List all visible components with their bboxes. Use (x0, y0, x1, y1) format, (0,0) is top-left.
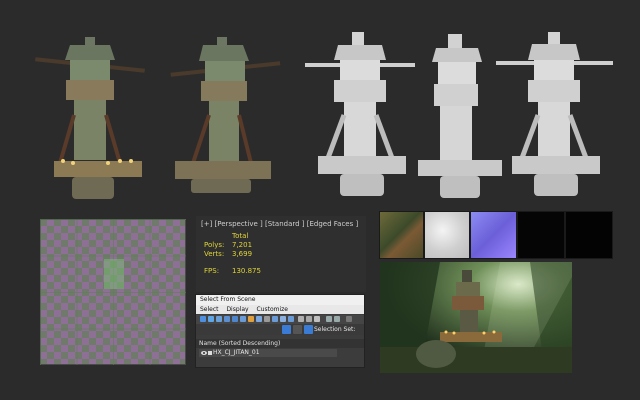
ambient-occlusion-texture-thumbnail (425, 212, 469, 258)
textured-statue-front-render (35, 37, 145, 199)
display-none-icon[interactable] (306, 316, 312, 322)
dialog-title: Select From Scene (196, 295, 364, 305)
polys-value: 7,201 (232, 241, 253, 249)
object-icon (208, 351, 212, 355)
display-invert-icon[interactable] (314, 316, 320, 322)
filter-funnel-icon[interactable] (326, 316, 332, 322)
filter-bones-icon[interactable] (264, 316, 270, 322)
filter-helpers-icon[interactable] (232, 316, 238, 322)
options-icon[interactable] (346, 316, 352, 322)
filter-containers-icon[interactable] (272, 316, 278, 322)
filter-geometry-icon[interactable] (200, 316, 206, 322)
uv-checker-preview (40, 219, 186, 365)
menu-customize[interactable]: Customize (256, 306, 288, 313)
uv-highlight-region (104, 259, 124, 289)
viewport-stats-panel: [+] [Perspective ] [Standard ] [Edged Fa… (196, 216, 366, 292)
selection-set-toggle-icon[interactable] (304, 325, 313, 334)
scene-object-row[interactable]: HX_CJ_JITAN_01 (199, 349, 337, 357)
name-column-header[interactable]: Name (Sorted Descending) (196, 339, 364, 348)
viewport-label[interactable]: [+] [Perspective ] [Standard ] [Edged Fa… (201, 220, 358, 228)
fps-value: 130.875 (232, 267, 261, 275)
filter-frozen-icon[interactable] (280, 316, 286, 322)
specular-texture-thumbnail (518, 212, 564, 258)
menu-select[interactable]: Select (200, 306, 219, 313)
stats-total-header: Total (232, 232, 249, 240)
selection-set-label[interactable]: Selection Set: (314, 326, 355, 333)
normal-map-texture-thumbnail (471, 212, 516, 258)
emissive-texture-thumbnail (566, 212, 612, 258)
filter-toolbar (196, 315, 364, 324)
filter-lights-icon[interactable] (216, 316, 222, 322)
filter-shapes-icon[interactable] (208, 316, 214, 322)
select-from-scene-dialog: Select From Scene Select Display Customi… (196, 295, 364, 367)
dialog-menu-bar: Select Display Customize (196, 305, 364, 314)
display-all-icon[interactable] (298, 316, 304, 322)
clay-statue-back-render (496, 32, 613, 196)
layer-stack-icon[interactable] (293, 325, 302, 334)
menu-display[interactable]: Display (226, 306, 248, 313)
filter-xrefs-icon[interactable] (256, 316, 262, 322)
uv-grid-overlay (40, 219, 186, 365)
selection-toolbar: Selection Set: (196, 324, 364, 335)
polys-label: Polys: (204, 241, 225, 249)
verts-label: Verts: (204, 250, 225, 258)
scene-object-name: HX_CJ_JITAN_01 (213, 349, 260, 356)
verts-value: 3,699 (232, 250, 253, 258)
filter-groups-icon[interactable] (248, 316, 254, 322)
sync-selection-icon[interactable] (334, 316, 340, 322)
filter-cameras-icon[interactable] (224, 316, 230, 322)
clay-statue-front-render (305, 32, 415, 196)
select-dependents-icon[interactable] (282, 325, 291, 334)
filter-warps-icon[interactable] (240, 316, 246, 322)
fps-label: FPS: (204, 267, 220, 275)
filter-hidden-icon[interactable] (288, 316, 294, 322)
diffuse-texture-thumbnail (380, 212, 423, 258)
textured-statue-angle-render (170, 37, 281, 193)
jungle-scene-render (380, 262, 572, 373)
